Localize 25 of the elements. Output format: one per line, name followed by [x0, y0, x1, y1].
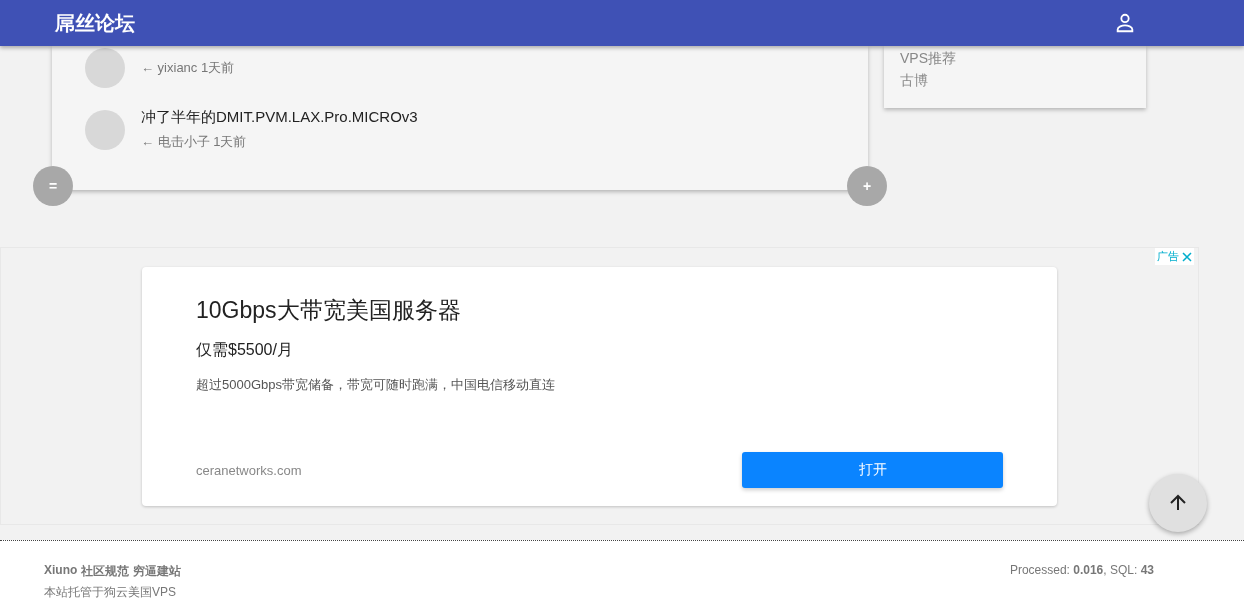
thread-title[interactable]: 冲了半年的DMIT.PVM.LAX.Pro.MICROv3 [141, 108, 418, 127]
thread-meta: ← 电击小子 1天前 [141, 133, 248, 151]
side-link[interactable]: VPS推荐 [900, 50, 1130, 68]
hosting-note: 本站托管于狗云美国VPS [44, 584, 177, 601]
user-icon[interactable] [1114, 12, 1136, 34]
side-link[interactable]: 古博 [900, 72, 1130, 90]
close-icon[interactable] [1182, 251, 1192, 262]
avatar[interactable] [85, 109, 125, 150]
processing-stats: Processed: 0.016, SQL: 43 [1009, 563, 1154, 579]
ad-title: 10Gbps大带宽美国服务器 [196, 296, 462, 325]
footer-link[interactable]: 穷逼建站 [133, 563, 182, 580]
back-to-top-button[interactable] [1149, 474, 1207, 532]
open-button[interactable]: 打开 [742, 452, 1003, 488]
arrow-up-icon [1168, 493, 1188, 513]
plus-round-button[interactable]: + [847, 166, 887, 206]
avatar[interactable] [85, 48, 125, 88]
footer-link[interactable]: 社区规范 [81, 563, 130, 580]
ad-description: 超过5000Gbps带宽储备，带宽可随时跑满，中国电信移动直连 [196, 376, 556, 394]
ad-domain: ceranetworks.com [196, 462, 302, 478]
thread-meta: ← yixianc 1天前 [141, 59, 235, 77]
footer-link[interactable]: Xiuno [44, 563, 78, 580]
site-title[interactable]: 屌丝论坛 [55, 9, 135, 37]
ad-price: 仅需$5500/月 [196, 340, 294, 360]
menu-round-button[interactable]: = [33, 166, 73, 206]
ad-card[interactable]: 10Gbps大带宽美国服务器 仅需$5500/月 超过5000Gbps带宽储备，带宽可随时跑满，中国电信移动直连 ceranetworks.com 打开 [142, 267, 1057, 506]
